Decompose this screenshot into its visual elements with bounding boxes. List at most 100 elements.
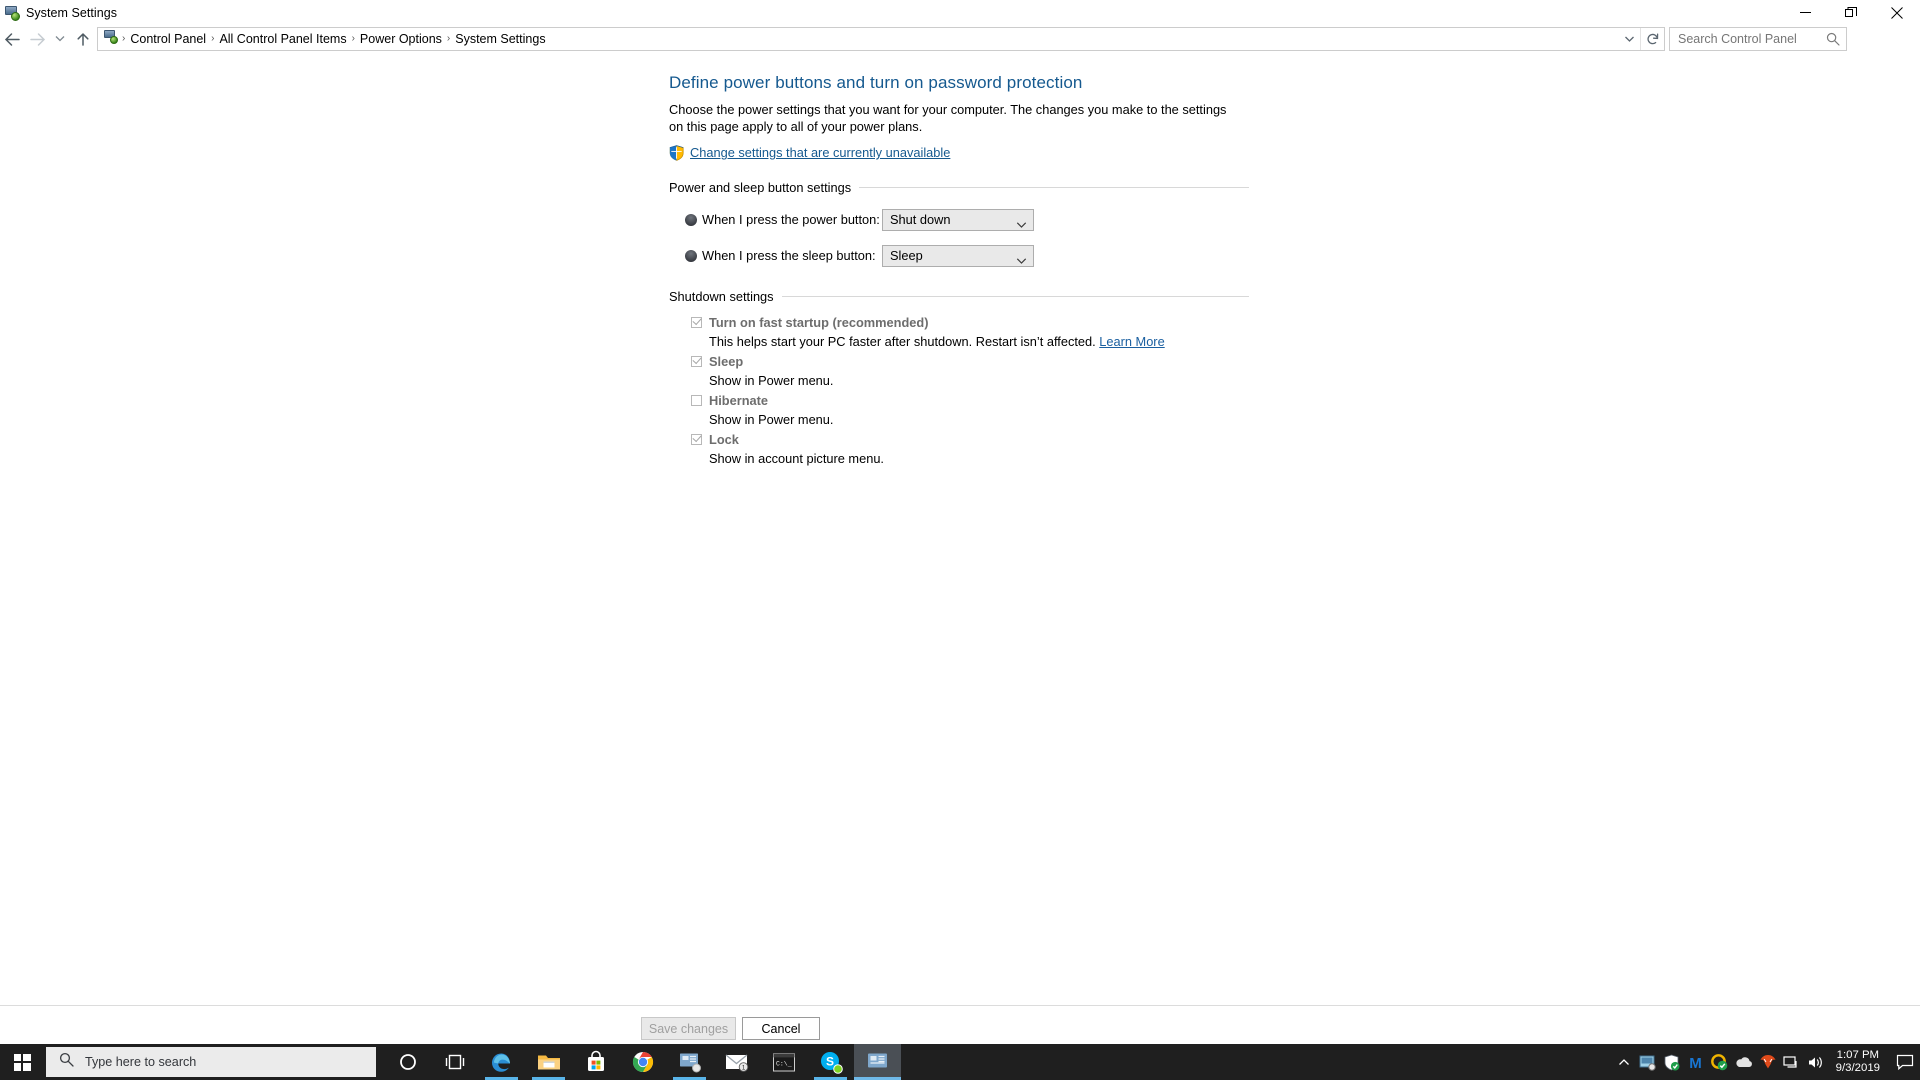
address-bar[interactable]: › Control Panel › All Control Panel Item… xyxy=(97,27,1665,51)
minimize-button[interactable] xyxy=(1782,0,1828,25)
svg-text:C:\_: C:\_ xyxy=(776,1060,792,1067)
sleep-button-setting-row: When I press the sleep button: Sleep xyxy=(691,244,1249,270)
learn-more-link[interactable]: Learn More xyxy=(1099,334,1164,349)
shutdown-group-header: Shutdown settings xyxy=(669,289,1249,304)
show-hidden-icons-button[interactable] xyxy=(1612,1044,1636,1080)
antivirus-check-icon[interactable] xyxy=(1708,1044,1732,1080)
taskbar-item-mail[interactable]: 1 xyxy=(713,1044,760,1080)
taskbar-search-box[interactable]: Type here to search xyxy=(46,1047,376,1077)
power-button-setting-label: When I press the power button: xyxy=(702,212,880,228)
breadcrumb-item-system-settings[interactable]: System Settings xyxy=(451,31,549,47)
onedrive-icon[interactable] xyxy=(1732,1044,1756,1080)
footer-button-row: Save changes Cancel xyxy=(641,1017,820,1040)
cancel-button[interactable]: Cancel xyxy=(742,1017,820,1040)
volume-icon[interactable] xyxy=(1804,1044,1828,1080)
title-bar: System Settings xyxy=(0,0,1920,25)
network-adapter-icon[interactable] xyxy=(1636,1044,1660,1080)
recent-locations-button[interactable] xyxy=(50,26,70,52)
malwarebytes-icon[interactable]: M xyxy=(1684,1044,1708,1080)
google-chrome-icon xyxy=(632,1051,653,1073)
breadcrumb-item-power-options[interactable]: Power Options xyxy=(356,31,446,47)
breadcrumb-item-all-control-panel-items[interactable]: All Control Panel Items xyxy=(215,31,350,47)
uac-shield-icon xyxy=(669,145,684,161)
sleep-button-action-value: Sleep xyxy=(890,248,923,264)
cortana-button[interactable] xyxy=(384,1044,431,1080)
system-tray: M 1:07 PM 9/3/2019 xyxy=(1612,1044,1920,1080)
svg-text:S: S xyxy=(825,1055,833,1069)
breadcrumb-item-control-panel[interactable]: Control Panel xyxy=(126,31,210,47)
save-changes-button[interactable]: Save changes xyxy=(641,1017,736,1040)
shutdown-settings-list: Turn on fast startup (recommended) This … xyxy=(691,315,1249,466)
system-settings-window: System Settings › Control Panel › All Co… xyxy=(0,0,1920,1080)
search-control-panel-box[interactable]: Search Control Panel xyxy=(1669,27,1847,51)
taskbar-item-google-chrome[interactable] xyxy=(619,1044,666,1080)
control-panel-icon xyxy=(679,1053,701,1073)
microsoft-store-icon xyxy=(587,1050,604,1071)
fast-startup-description-text: This helps start your PC faster after sh… xyxy=(709,333,1096,349)
checkbox-row-lock[interactable]: Lock xyxy=(691,432,1249,447)
checkbox-row-fast-startup[interactable]: Turn on fast startup (recommended) xyxy=(691,315,1249,330)
close-button[interactable] xyxy=(1874,0,1920,25)
task-view-icon xyxy=(445,1054,464,1070)
command-prompt-icon: C:\_ xyxy=(772,1053,795,1071)
taskbar-app-buttons: 1 C:\_ S xyxy=(384,1044,901,1080)
taskbar-item-system-settings[interactable] xyxy=(854,1044,901,1080)
refresh-icon xyxy=(1646,33,1658,45)
microsoft-edge-icon xyxy=(492,1053,510,1072)
search-icon xyxy=(59,1052,74,1072)
page-title: Define power buttons and turn on passwor… xyxy=(669,73,1083,92)
hibernate-description: Show in Power menu. xyxy=(709,411,834,427)
up-one-level-button[interactable] xyxy=(70,26,95,52)
window-title: System Settings xyxy=(26,5,118,20)
settings-page: Define power buttons and turn on passwor… xyxy=(669,73,1249,471)
window-controls xyxy=(1782,0,1920,25)
navigation-bar: › Control Panel › All Control Panel Item… xyxy=(0,25,1920,53)
network-icon[interactable] xyxy=(1780,1044,1804,1080)
task-view-button[interactable] xyxy=(431,1044,478,1080)
chevron-down-icon xyxy=(1016,216,1027,234)
up-arrow-icon xyxy=(76,32,89,46)
taskbar-item-microsoft-store[interactable] xyxy=(572,1044,619,1080)
search-placeholder: Search Control Panel xyxy=(1678,32,1797,46)
checkbox-row-sleep[interactable]: Sleep xyxy=(691,354,1249,369)
taskbar-item-microsoft-edge[interactable] xyxy=(478,1044,525,1080)
cortana-icon xyxy=(399,1054,416,1070)
refresh-button[interactable] xyxy=(1640,28,1664,50)
action-center-button[interactable] xyxy=(1890,1044,1920,1080)
control-panel-icon xyxy=(867,1053,887,1068)
change-unavailable-settings-link[interactable]: Change settings that are currently unava… xyxy=(690,145,950,160)
firefox-icon[interactable] xyxy=(1756,1044,1780,1080)
restore-icon xyxy=(1845,6,1857,17)
taskbar-item-control-panel[interactable] xyxy=(666,1044,713,1080)
chevron-down-icon xyxy=(1016,252,1027,270)
taskbar-item-skype[interactable]: S xyxy=(807,1044,854,1080)
power-button-action-dropdown[interactable]: Shut down xyxy=(882,208,1034,234)
sleep-checkbox[interactable] xyxy=(691,355,702,367)
windows-logo-icon xyxy=(13,1053,31,1071)
svg-text:M: M xyxy=(1689,1055,1702,1071)
restore-button[interactable] xyxy=(1828,0,1874,25)
hibernate-checkbox[interactable] xyxy=(691,394,702,406)
fast-startup-checkbox[interactable] xyxy=(691,316,702,328)
group-label-power-sleep: Power and sleep button settings xyxy=(669,179,852,195)
back-button[interactable] xyxy=(0,26,25,52)
taskbar-clock[interactable]: 1:07 PM 9/3/2019 xyxy=(1828,1044,1890,1080)
address-history-button[interactable] xyxy=(1618,28,1640,50)
lock-checkbox[interactable] xyxy=(691,433,702,445)
elevation-link-row[interactable]: Change settings that are currently unava… xyxy=(669,145,1249,161)
sleep-label: Sleep xyxy=(709,353,744,369)
clock-date: 9/3/2019 xyxy=(1835,1062,1880,1074)
windows-defender-icon[interactable] xyxy=(1660,1044,1684,1080)
group-divider xyxy=(781,295,1249,297)
checkbox-row-hibernate[interactable]: Hibernate xyxy=(691,393,1249,408)
search-icon[interactable] xyxy=(1826,32,1840,51)
address-bar-controls xyxy=(1618,28,1664,50)
taskbar-item-command-prompt[interactable]: C:\_ xyxy=(760,1044,807,1080)
taskbar-item-file-explorer[interactable] xyxy=(525,1044,572,1080)
taskbar-search-placeholder: Type here to search xyxy=(85,1055,197,1069)
forward-button[interactable] xyxy=(25,26,50,52)
fast-startup-description: This helps start your PC faster after sh… xyxy=(709,334,1249,349)
start-button[interactable] xyxy=(0,1044,44,1080)
clock-time: 1:07 PM xyxy=(1836,1048,1880,1061)
sleep-button-action-dropdown[interactable]: Sleep xyxy=(882,244,1034,270)
